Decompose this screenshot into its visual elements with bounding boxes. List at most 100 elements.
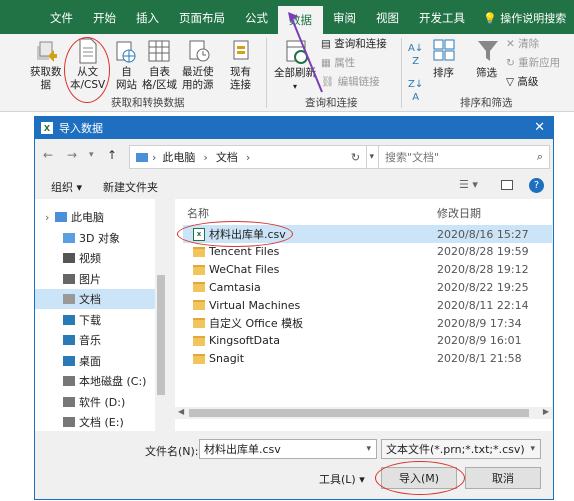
from-web-button[interactable]: 自网站 [116,66,137,92]
column-header-name[interactable]: 名称 [187,205,209,221]
file-date: 2020/8/9 17:34 [437,316,522,330]
menu-tab-4[interactable]: 公式 [235,0,278,34]
chevron-down-icon[interactable]: ▾ [530,444,535,454]
filename-input[interactable]: 材料出库单.csv ▾ [199,439,377,459]
file-row[interactable]: Camtasia 2020/8/22 19:25 [183,278,552,296]
recent-sources-button[interactable]: 最近使 用的源 [182,66,214,92]
back-icon[interactable]: ← [43,148,53,162]
menu-tab-2[interactable]: 插入 [126,0,169,34]
tree-item-label: 下载 [79,313,101,327]
chevron-down-icon[interactable]: ▾ [89,150,94,160]
existing-connections-icon [233,40,249,60]
tree-item[interactable]: 3D 对象 [35,228,155,248]
close-icon[interactable]: ✕ [534,120,545,135]
address-bar[interactable]: › 此电脑 › 文档 › ▾ [129,145,381,169]
existing-connections-button[interactable]: 现有 连接 [230,66,251,92]
tree-item[interactable]: 文档 (E:) [35,412,155,432]
get-data-button[interactable]: 获取数据 [30,66,62,92]
tree-item[interactable]: 本地磁盘 (C:) [35,371,155,391]
filetype-select[interactable]: 文本文件(*.prn;*.txt;*.csv) ▾ [381,439,541,459]
folder-icon [193,335,205,346]
tree-item-label: 3D 对象 [79,231,120,245]
download-icon [63,314,75,325]
chevron-down-icon[interactable]: ▾ [369,152,374,162]
horizontal-scrollbar[interactable]: ◀ ▶ [175,407,552,419]
clear-button[interactable]: ✕ 清除 [506,38,539,51]
import-data-dialog: X 导入数据 ✕ ← → ▾ ↑ › 此电脑 › 文档 › ▾ ↻ 搜索"文档"… [34,116,554,500]
recent-sources-icon [189,40,210,62]
navigation-tree: 文档 (E:) 软件 (D:) 本地磁盘 (C:) 桌面 音乐 下载 文档 图片 视频 3D 对象… [35,199,167,431]
tree-item-label: 音乐 [79,334,101,347]
highlight-oval [375,461,465,495]
file-date: 2020/8/28 19:12 [437,263,529,277]
from-table-button[interactable]: 自表 格/区域 [142,66,177,92]
breadcrumb-documents[interactable]: 文档 [216,149,238,165]
column-header-date[interactable]: 修改日期 [437,205,481,221]
file-row[interactable]: Virtual Machines 2020/8/11 22:14 [183,296,552,314]
breadcrumb-pc[interactable]: 此电脑 [162,149,195,165]
table-icon [148,40,170,62]
group-label-sort-filter: 排序和筛选 [460,97,513,109]
tree-item[interactable]: 视频 [35,248,155,268]
sort-asc-icon[interactable]: A↓ Z [408,42,423,68]
tools-button[interactable]: 工具(L) ▾ [319,471,365,487]
folder-icon [193,246,205,257]
tell-me-search[interactable]: 💡 操作说明搜索 [483,10,566,34]
web-icon [116,41,136,63]
tree-item[interactable]: 桌面 [35,351,155,371]
advanced-button[interactable]: ▽ 高级 [506,76,538,89]
sort-button[interactable]: 排序 [433,67,454,80]
dialog-bottom-bar: 文件名(N): 材料出库单.csv ▾ 文本文件(*.prn;*.txt;*.c… [35,431,553,501]
tree-item[interactable]: 下载 [35,310,155,330]
dialog-title: 导入数据 [59,122,103,135]
menu-tab-8[interactable]: 开发工具 [409,0,475,34]
file-name: 自定义 Office 模板 [209,317,304,330]
dialog-toolbar: 组织 ▾ 新建文件夹 ☰ ▾ ? [35,175,553,199]
group-label-get-transform: 获取和转换数据 [111,97,185,109]
sort-desc-icon[interactable]: Z↓ A [408,78,423,104]
file-date: 2020/8/28 19:59 [437,245,529,259]
tree-item[interactable]: 音乐 [35,330,155,350]
preview-pane-icon[interactable] [501,180,513,190]
picture-icon [63,273,75,284]
refresh-icon[interactable]: ↻ [345,145,367,169]
pc-icon [136,152,148,162]
tree-scrollbar[interactable] [155,199,167,431]
file-name: KingsoftData [209,334,280,348]
chevron-right-icon[interactable]: › [45,211,49,224]
folder-icon [193,353,205,364]
tree-item[interactable]: 软件 (D:) [35,392,155,412]
search-icon: ⌕ [536,150,543,163]
filter-button[interactable]: 筛选 [476,67,497,80]
sort-icon [433,39,455,61]
dialog-titlebar: X 导入数据 ✕ [35,117,553,139]
tree-item[interactable]: 图片 [35,269,155,289]
file-row[interactable]: KingsoftData 2020/8/9 16:01 [183,332,552,350]
tree-item-label: 此电脑 [71,211,104,224]
search-input[interactable]: 搜索"文档" ⌕ [378,145,550,169]
menu-tab-1[interactable]: 开始 [83,0,126,34]
tree-item[interactable]: 文档 [35,289,155,309]
disk-icon [63,376,75,386]
menu-tab-7[interactable]: 视图 [366,0,409,34]
highlight-oval [64,37,110,103]
tree-item-label: 软件 (D:) [79,395,126,409]
reapply-button[interactable]: ↻ 重新应用 [506,57,560,70]
cancel-button[interactable]: 取消 [465,467,541,489]
tree-item-label: 图片 [79,272,101,286]
file-row[interactable]: WeChat Files 2020/8/28 19:12 [183,261,552,279]
organize-button[interactable]: 组织 ▾ [51,179,82,195]
forward-icon[interactable]: → [67,148,77,162]
tree-item[interactable]: › 此电脑 [35,207,155,227]
chevron-down-icon[interactable]: ▾ [366,444,371,454]
up-icon[interactable]: ↑ [107,148,117,162]
menu-tab-0[interactable]: 文件 [40,0,83,34]
help-icon[interactable]: ? [529,178,544,193]
view-options-icon[interactable]: ☰ ▾ [459,178,478,191]
file-date: 2020/8/22 19:25 [437,280,529,294]
file-row[interactable]: Snagit 2020/8/1 21:58 [183,350,552,368]
menu-tab-3[interactable]: 页面布局 [169,0,235,34]
file-row[interactable]: 自定义 Office 模板 2020/8/9 17:34 [183,314,552,332]
filter-icon [478,41,498,61]
new-folder-button[interactable]: 新建文件夹 [103,179,158,195]
